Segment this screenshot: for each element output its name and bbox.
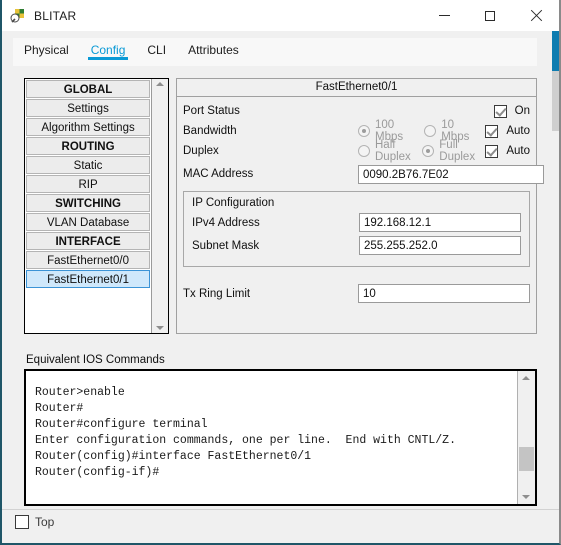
maximize-icon: [485, 10, 495, 21]
port-status-controls: On: [358, 104, 530, 118]
close-icon: [530, 10, 542, 22]
ios-scroll-thumb[interactable]: [519, 447, 534, 471]
top-checkbox-row[interactable]: Top: [15, 515, 54, 529]
sidebar-item-static[interactable]: Static: [26, 156, 151, 174]
duplex-half-radio[interactable]: [358, 145, 370, 157]
interface-panel-body: Port Status On Bandwidth 100 Mbps 10 Mbp…: [177, 97, 544, 303]
minimize-icon: [438, 15, 450, 16]
sidebar-item-routing[interactable]: ROUTING: [26, 137, 151, 155]
config-sidebar: GLOBAL Settings Algorithm Settings ROUTI…: [24, 78, 169, 334]
mac-address-input[interactable]: 0090.2B76.7E02: [358, 164, 544, 184]
ios-scroll-down-icon[interactable]: [522, 495, 530, 499]
window-titlebar: BLITAR: [2, 0, 559, 31]
sidebar-item-global[interactable]: GLOBAL: [26, 80, 151, 98]
port-status-label: Port Status: [183, 105, 240, 117]
sidebar-item-vlan-database[interactable]: VLAN Database: [26, 213, 151, 231]
sidebar-item-settings[interactable]: Settings: [26, 99, 151, 117]
duplex-half-label: Half Duplex: [375, 139, 411, 163]
tab-attributes[interactable]: Attributes: [177, 38, 250, 61]
tab-config[interactable]: Config: [80, 38, 137, 61]
duplex-auto-label: Auto: [506, 145, 530, 157]
interface-config-panel: FastEthernet0/1 Port Status On Bandwidth…: [176, 78, 544, 334]
tx-ring-limit-label: Tx Ring Limit: [183, 287, 251, 300]
subnet-mask-label: Subnet Mask: [192, 239, 260, 252]
tx-ring-limit-input[interactable]: 10: [358, 284, 530, 303]
window-controls: [421, 0, 559, 31]
window-title: BLITAR: [34, 8, 77, 23]
port-status-checkbox[interactable]: [493, 104, 507, 118]
maximize-button[interactable]: [467, 0, 513, 31]
top-checkbox[interactable]: [15, 515, 29, 529]
port-status-on-label: On: [514, 105, 530, 117]
close-button[interactable]: [513, 0, 559, 31]
bandwidth-10mbps-radio[interactable]: [424, 125, 437, 137]
duplex-auto-checkbox[interactable]: [485, 144, 499, 158]
bandwidth-auto-label: Auto: [506, 125, 530, 137]
mac-address-row: MAC Address 0090.2B76.7E02: [183, 164, 544, 184]
ios-commands-label: Equivalent IOS Commands: [26, 354, 165, 366]
bottom-divider: [2, 509, 559, 510]
sidebar-item-interface[interactable]: INTERFACE: [26, 232, 151, 250]
packet-tracer-device-window: BLITAR Physical Config CLI Attributes GL…: [0, 0, 561, 545]
packet-tracer-icon: [10, 8, 26, 24]
ios-commands-text[interactable]: Router>enable Router# Router#configure t…: [26, 371, 517, 504]
sidebar-item-fastethernet0-1[interactable]: FastEthernet0/1: [26, 270, 151, 288]
sidebar-item-algorithm-settings[interactable]: Algorithm Settings: [26, 118, 151, 136]
tab-physical[interactable]: Physical: [13, 38, 80, 61]
ipv4-address-label: IPv4 Address: [192, 216, 260, 229]
duplex-controls: Half Duplex Full Duplex Auto: [358, 139, 530, 163]
duplex-full-label: Full Duplex: [439, 139, 476, 163]
ip-configuration-group: IP Configuration IPv4 Address 192.168.12…: [183, 191, 530, 267]
duplex-full-radio[interactable]: [422, 145, 435, 157]
sidebar-scrollbar[interactable]: [151, 79, 168, 333]
duplex-label: Duplex: [183, 145, 219, 157]
port-status-row: Port Status On: [183, 101, 530, 121]
scroll-up-icon[interactable]: [156, 82, 165, 86]
sidebar-item-fastethernet0-0[interactable]: FastEthernet0/0: [26, 251, 151, 269]
subnet-mask-row: Subnet Mask 255.255.252.0: [192, 235, 521, 256]
ipv4-address-input[interactable]: 192.168.12.1: [359, 213, 521, 232]
bandwidth-row: Bandwidth 100 Mbps 10 Mbps Auto: [183, 119, 530, 143]
bandwidth-label: Bandwidth: [183, 125, 237, 137]
config-sidebar-list: GLOBAL Settings Algorithm Settings ROUTI…: [25, 79, 151, 333]
ios-commands-box: Router>enable Router# Router#configure t…: [24, 369, 537, 506]
top-checkbox-label: Top: [35, 515, 55, 529]
bandwidth-100mbps-radio[interactable]: [358, 125, 370, 137]
interface-panel-title: FastEthernet0/1: [177, 79, 536, 97]
ipv4-address-row: IPv4 Address 192.168.12.1: [192, 212, 521, 233]
ios-commands-scrollbar[interactable]: [517, 371, 535, 504]
tx-ring-limit-row: Tx Ring Limit 10: [183, 284, 530, 303]
subnet-mask-input[interactable]: 255.255.252.0: [359, 236, 521, 255]
sidebar-item-switching[interactable]: SWITCHING: [26, 194, 151, 212]
scroll-down-icon[interactable]: [156, 326, 165, 330]
minimize-button[interactable]: [421, 0, 467, 31]
tab-cli[interactable]: CLI: [136, 38, 177, 61]
bandwidth-auto-checkbox[interactable]: [485, 124, 499, 138]
right-edge-accent: [552, 31, 559, 71]
mac-address-label: MAC Address: [183, 168, 254, 180]
sidebar-item-rip[interactable]: RIP: [26, 175, 151, 193]
mac-address-controls: 0090.2B76.7E02: [358, 164, 544, 184]
duplex-row: Duplex Half Duplex Full Duplex Auto: [183, 139, 530, 163]
ios-scroll-up-icon[interactable]: [522, 376, 530, 380]
device-tabs: Physical Config CLI Attributes: [13, 38, 537, 66]
ip-configuration-legend: IP Configuration: [192, 197, 275, 209]
